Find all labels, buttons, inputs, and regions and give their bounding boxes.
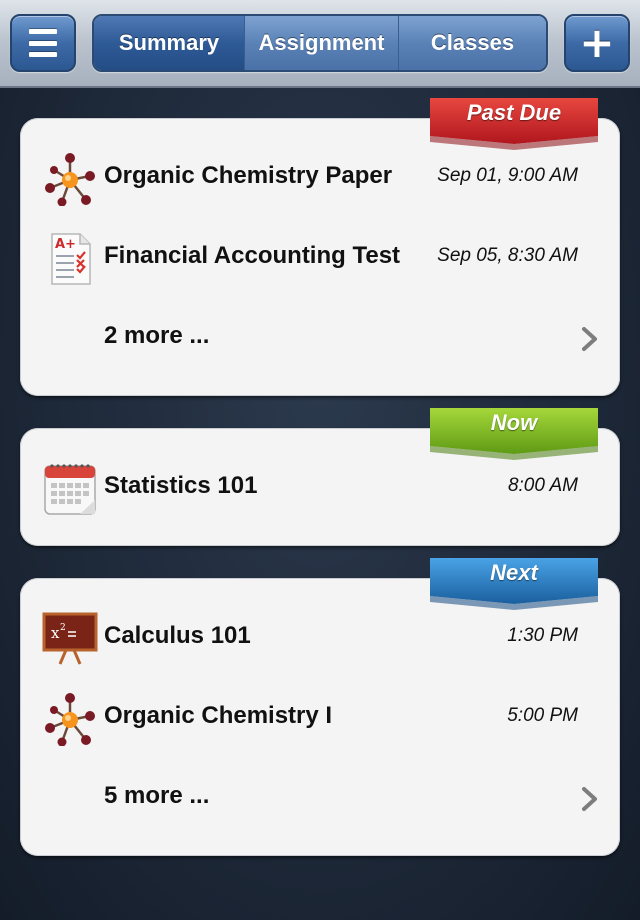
- list-item[interactable]: Organic Chemistry I 5:00 PM: [20, 678, 620, 758]
- tab-summary[interactable]: Summary: [94, 16, 244, 70]
- tab-classes[interactable]: Classes: [398, 16, 546, 70]
- chevron-right-icon: [580, 326, 600, 352]
- item-title: Organic Chemistry I: [104, 702, 333, 729]
- view-segmented-control: Summary Assignment Classes: [92, 14, 548, 72]
- item-title: Organic Chemistry Paper: [104, 162, 393, 189]
- ribbon-label: Now: [490, 410, 538, 435]
- ribbon-label: Past Due: [466, 100, 562, 125]
- item-time: Sep 01, 9:00 AM: [437, 165, 578, 186]
- top-navigation-bar: Summary Assignment Classes +: [0, 0, 640, 88]
- now-ribbon: Now: [430, 408, 598, 462]
- item-title: Calculus 101: [104, 622, 251, 649]
- menu-button[interactable]: [10, 14, 76, 72]
- past-due-ribbon: Past Due: [430, 98, 598, 152]
- plus-icon: +: [579, 18, 615, 67]
- item-title: Financial Accounting Test: [104, 242, 401, 269]
- chalkboard-icon: [42, 610, 98, 666]
- list-item[interactable]: Financial Accounting Test Sep 05, 8:30 A…: [20, 218, 620, 298]
- item-time: 5:00 PM: [507, 705, 578, 726]
- next-card: Calculus 101 1:30 PM Organic Chemistry I…: [20, 578, 620, 856]
- more-items-row[interactable]: 2 more ...: [20, 298, 620, 378]
- molecule-icon: [42, 150, 98, 206]
- next-ribbon: Next: [430, 558, 598, 612]
- molecule-icon: [42, 690, 98, 746]
- chevron-right-icon: [580, 786, 600, 812]
- more-label: 5 more ...: [104, 782, 210, 809]
- more-items-row[interactable]: 5 more ...: [20, 758, 620, 838]
- add-button[interactable]: +: [564, 14, 630, 72]
- past-due-card: Organic Chemistry Paper Sep 01, 9:00 AM …: [20, 118, 620, 396]
- graded-test-icon: [42, 230, 98, 286]
- item-time: Sep 05, 8:30 AM: [437, 245, 578, 266]
- calendar-icon: [42, 460, 98, 516]
- more-label: 2 more ...: [104, 322, 210, 349]
- hamburger-menu-icon: [29, 29, 57, 57]
- item-time: 8:00 AM: [507, 475, 578, 496]
- item-time: 1:30 PM: [507, 625, 578, 646]
- tab-assignment[interactable]: Assignment: [244, 16, 398, 70]
- item-title: Statistics 101: [104, 472, 258, 499]
- ribbon-label: Next: [490, 560, 538, 585]
